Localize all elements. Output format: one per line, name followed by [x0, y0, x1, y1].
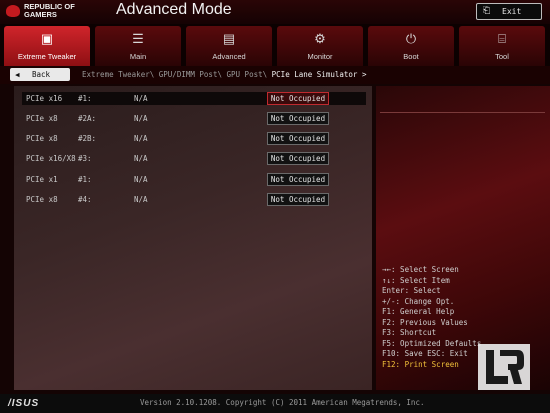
setting-row-pcie-x8-2a[interactable]: PCIe x8 #2A: N/A Not Occupied: [22, 112, 366, 125]
status-button[interactable]: Not Occupied: [267, 152, 329, 165]
version-text: Version 2.10.1208. Copyright (C) 2011 Am…: [140, 398, 425, 407]
exit-icon: ⎗: [483, 6, 491, 16]
help-line: F1: General Help: [382, 307, 455, 316]
lane-id: #2A:: [78, 114, 97, 123]
slot-name: PCIe x16/X8: [26, 154, 76, 163]
help-line: F5: Optimized Defaults: [382, 338, 482, 348]
slot-name: PCIe x16: [26, 94, 63, 103]
tool-icon: ⌸: [498, 31, 506, 46]
status-button[interactable]: Not Occupied: [267, 193, 329, 206]
tab-label: Tool: [495, 52, 509, 61]
slot-name: PCIe x8: [26, 134, 58, 143]
status-button[interactable]: Not Occupied: [267, 173, 329, 186]
device-value: N/A: [134, 154, 148, 163]
breadcrumb-path: Extreme Tweaker\ GPU/DIMM Post\ GPU Post…: [82, 70, 366, 79]
back-button[interactable]: ◀ Back: [10, 68, 70, 81]
setting-row-pcie-x1-1[interactable]: PCIe x1 #1: N/A Not Occupied: [22, 173, 366, 186]
tab-main[interactable]: ☰ Main: [95, 26, 181, 66]
help-line: F12: Print Screen: [382, 359, 459, 369]
exit-button[interactable]: ⎗ Exit: [476, 3, 542, 20]
mode-title: Advanced Mode: [116, 1, 232, 18]
breadcrumb: ◀ Back Extreme Tweaker\ GPU/DIMM Post\ G…: [0, 66, 550, 84]
help-line: +/-: Change Opt.: [382, 296, 455, 306]
lane-id: #3:: [78, 154, 92, 163]
tab-advanced[interactable]: ▤ Advanced: [186, 26, 272, 66]
slot-name: PCIe x1: [26, 175, 58, 184]
device-value: N/A: [134, 134, 148, 143]
status-button[interactable]: Not Occupied: [267, 92, 329, 105]
lane-id: #1:: [78, 94, 92, 103]
help-line: F3: Shortcut: [382, 328, 437, 337]
tab-label: Advanced: [212, 52, 246, 61]
tab-label: Boot: [403, 52, 419, 61]
key-help-list: →←: Select Screen ↑↓: Select Item Enter:…: [382, 265, 481, 370]
help-divider: [380, 112, 545, 113]
watermark-logo: [478, 344, 530, 390]
monitor-icon: ⚙: [314, 31, 326, 46]
tab-label: Main: [129, 52, 147, 61]
tab-label: Monitor: [307, 52, 333, 61]
tab-tool[interactable]: ⌸ Tool: [459, 26, 545, 66]
back-arrow-icon: ◀: [15, 70, 20, 79]
brand-line2: GAMERS: [24, 10, 57, 19]
top-bar: REPUBLIC OF GAMERS Advanced Mode ⎗ Exit: [0, 0, 550, 24]
rog-eye-icon: [6, 5, 20, 17]
breadcrumb-current: PCIe Lane Simulator >: [271, 70, 367, 79]
back-label: Back: [32, 70, 51, 79]
device-value: N/A: [134, 195, 148, 204]
setting-row-pcie-x8-4[interactable]: PCIe x8 #4: N/A Not Occupied: [22, 193, 366, 206]
setting-row-pcie-x8-2b[interactable]: PCIe x8 #2B: N/A Not Occupied: [22, 132, 366, 145]
rog-logo: REPUBLIC OF GAMERS: [6, 2, 98, 22]
help-line: F2: Previous Values: [382, 317, 468, 327]
help-line: →←: Select Screen: [382, 265, 459, 274]
footer: /ISUS Version 2.10.1208. Copyright (C) 2…: [0, 394, 550, 413]
tab-monitor[interactable]: ⚙ Monitor: [277, 26, 363, 66]
status-button[interactable]: Not Occupied: [267, 112, 329, 125]
device-value: N/A: [134, 114, 148, 123]
list-icon: ☰: [132, 31, 144, 46]
setting-row-pcie-x16x8-3[interactable]: PCIe x16/X8 #3: N/A Not Occupied: [22, 152, 366, 165]
status-button[interactable]: Not Occupied: [267, 132, 329, 145]
tweaker-icon: ▣: [40, 31, 54, 46]
setting-row-pcie-x16-1[interactable]: PCIe x16 #1: N/A Not Occupied: [22, 92, 366, 105]
help-line: F10: Save ESC: Exit: [382, 349, 468, 358]
exit-label: Exit: [502, 7, 522, 16]
lane-id: #4:: [78, 195, 92, 204]
slot-name: PCIe x8: [26, 195, 58, 204]
tab-extreme-tweaker[interactable]: ▣ Extreme Tweaker: [4, 26, 90, 66]
tab-boot[interactable]: ⏻ Boot: [368, 26, 454, 66]
asus-logo: /ISUS: [8, 398, 40, 409]
tab-bar: ▣ Extreme Tweaker ☰ Main ▤ Advanced ⚙ Mo…: [0, 24, 550, 66]
advanced-icon: ▤: [222, 31, 236, 46]
lane-id: #1:: [78, 175, 92, 184]
device-value: N/A: [134, 94, 148, 103]
lane-id: #2B:: [78, 134, 97, 143]
slot-name: PCIe x8: [26, 114, 58, 123]
power-icon: ⏻: [405, 31, 417, 46]
breadcrumb-parents: Extreme Tweaker\ GPU/DIMM Post\ GPU Post…: [82, 70, 268, 79]
help-line: ↑↓: Select Item: [382, 275, 450, 285]
device-value: N/A: [134, 175, 148, 184]
help-line: Enter: Select: [382, 286, 441, 295]
settings-panel: PCIe x16 #1: N/A Not Occupied PCIe x8 #2…: [14, 86, 372, 390]
tab-label: Extreme Tweaker: [17, 52, 77, 61]
